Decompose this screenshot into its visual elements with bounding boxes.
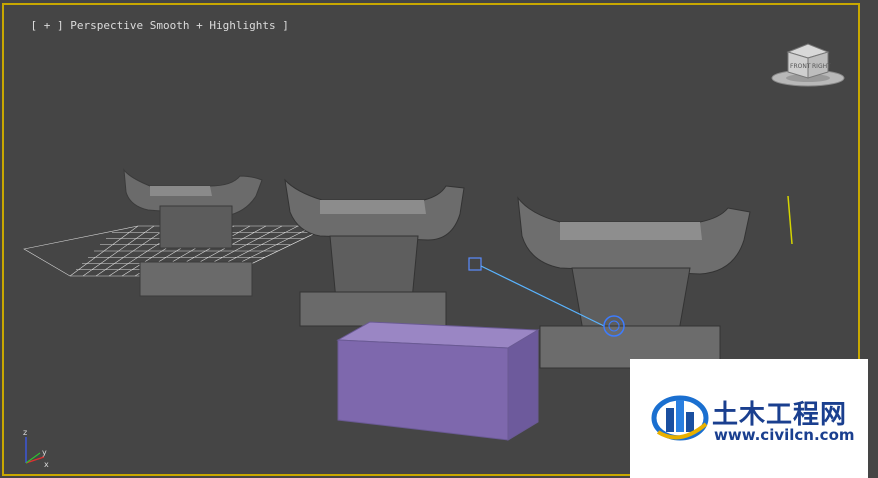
viewport-shading-menu[interactable]: Smooth + Highlights (150, 19, 276, 32)
axis-tripod-icon: z y x (23, 428, 49, 469)
light-target-icon[interactable] (468, 257, 482, 271)
viewport-label-close: ] (282, 19, 289, 32)
viewcube-front-label[interactable]: FRONT (790, 63, 811, 70)
axis-z-label: z (23, 428, 27, 437)
ornament-right[interactable] (517, 196, 751, 369)
viewcube-icon[interactable]: FRONT RIGHT (768, 38, 848, 90)
ornament-left[interactable] (123, 168, 263, 297)
purple-box[interactable] (336, 321, 540, 441)
ornament-middle[interactable] (284, 178, 465, 327)
civilcn-logo-icon (651, 395, 709, 441)
viewport-view-menu[interactable]: Perspective (70, 19, 143, 32)
selection-bracket (787, 195, 793, 245)
watermark-url-text: www.civilcn.com (714, 426, 855, 444)
viewcube-right-label[interactable]: RIGHT (812, 63, 831, 70)
axis-x-label: x (44, 460, 49, 469)
viewport-label-menu[interactable]: [ + ] Perspective Smooth + Highlights ] (4, 6, 289, 45)
perspective-viewport[interactable]: [ + ] Perspective Smooth + Highlights ] … (0, 0, 878, 478)
axis-y-label: y (42, 448, 47, 457)
viewport-plus-menu[interactable]: [ + ] (31, 19, 64, 32)
